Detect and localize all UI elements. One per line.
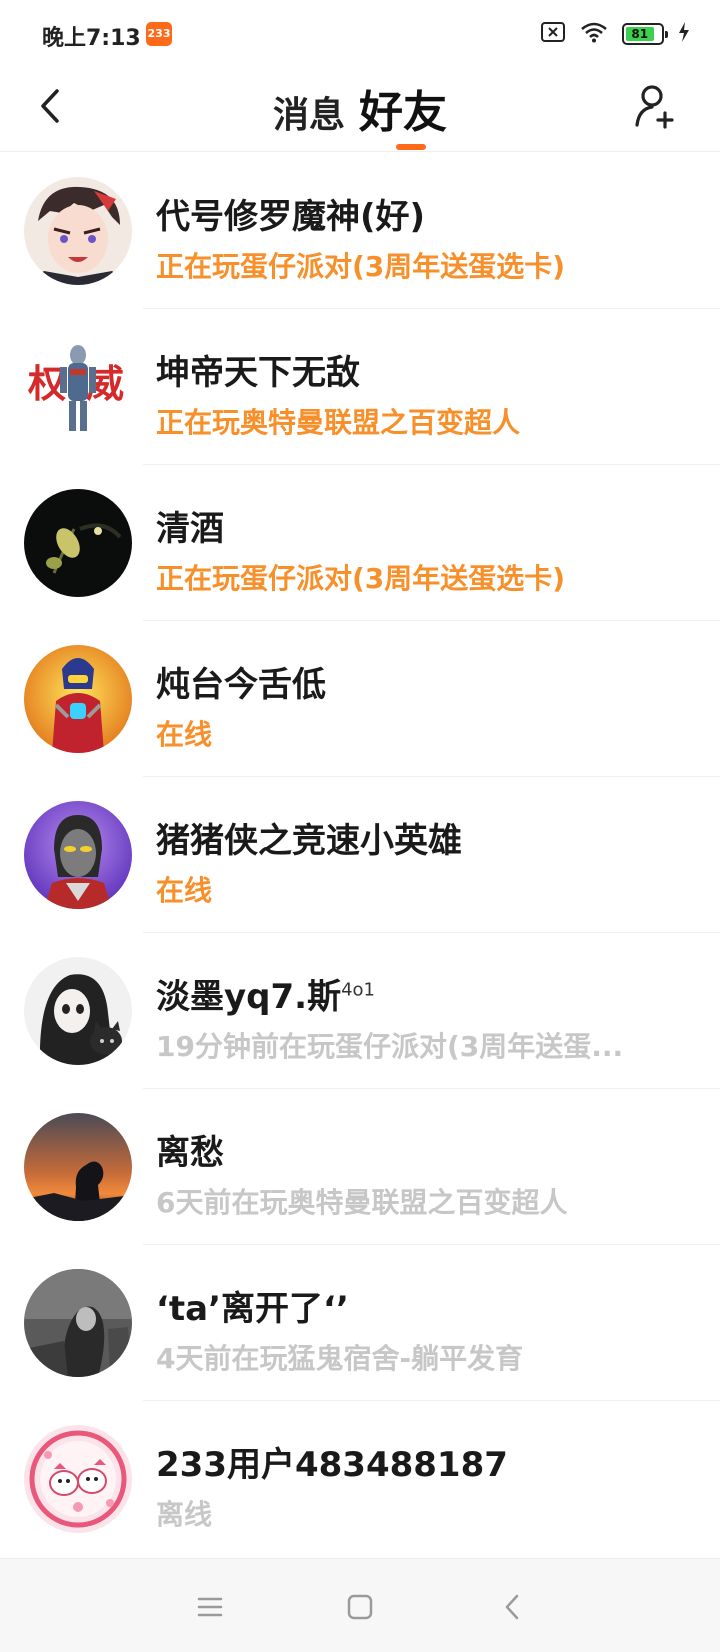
friend-status: 离线: [156, 1498, 213, 1531]
friend-row[interactable]: 炖台今舌低 在线: [0, 621, 720, 777]
friend-status: 在线: [156, 874, 213, 907]
avatar[interactable]: [24, 177, 132, 285]
friend-row[interactable]: 淡墨yq7.斯4o1 19分钟前在玩蛋仔派对(3周年送蛋...: [0, 933, 720, 1089]
tab-friends[interactable]: 好友: [359, 76, 447, 140]
friend-name: 坤帝天下无敌: [156, 353, 360, 393]
friend-row[interactable]: 清酒 正在玩蛋仔派对(3周年送蛋选卡): [0, 465, 720, 621]
status-time: 晚上7:13: [42, 26, 141, 51]
avatar[interactable]: [24, 801, 132, 909]
status-icons: 81: [540, 20, 690, 48]
friend-status: 6天前在玩奥特曼联盟之百变超人: [156, 1186, 568, 1219]
tab-bar: 消息 好友: [0, 76, 720, 140]
active-tab-indicator: [396, 144, 426, 150]
recents-button[interactable]: [188, 1585, 232, 1629]
sim-off-icon: [540, 21, 566, 47]
avatar[interactable]: [24, 1425, 132, 1533]
tab-messages[interactable]: 消息: [273, 86, 345, 138]
friend-status: 正在玩蛋仔派对(3周年送蛋选卡): [156, 250, 566, 283]
avatar[interactable]: [24, 1269, 132, 1377]
friend-row[interactable]: 猪猪侠之竞速小英雄 在线: [0, 777, 720, 933]
friend-row[interactable]: 代号修罗魔神(好) 正在玩蛋仔派对(3周年送蛋选卡): [0, 153, 720, 309]
avatar[interactable]: [24, 489, 132, 597]
status-bar: 晚上7:13 233 81: [0, 0, 720, 66]
friend-status: 在线: [156, 718, 213, 751]
friend-status: 19分钟前在玩蛋仔派对(3周年送蛋...: [156, 1030, 624, 1063]
friend-status: 正在玩奥特曼联盟之百变超人: [156, 406, 521, 439]
friend-name: 猪猪侠之竞速小英雄: [156, 821, 462, 861]
friend-row[interactable]: ‘ta’离开了‘’ 4天前在玩猛鬼宿舍-躺平发育: [0, 1245, 720, 1401]
system-back-button[interactable]: [490, 1585, 534, 1629]
friend-name: ‘ta’离开了‘’: [156, 1289, 349, 1329]
battery-level: 81: [626, 27, 654, 41]
friend-name: 离愁: [156, 1133, 224, 1173]
app-notification-icon: 233: [146, 22, 172, 46]
friend-name: 233用户483488187: [156, 1445, 508, 1485]
avatar[interactable]: [24, 645, 132, 753]
friend-row[interactable]: 233用户483488187 离线: [0, 1401, 720, 1557]
header: 消息 好友: [0, 66, 720, 152]
add-user-icon: [635, 85, 674, 129]
wifi-icon: [580, 21, 608, 47]
friend-list: 代号修罗魔神(好) 正在玩蛋仔派对(3周年送蛋选卡) 权威 坤帝天下无敌 正在玩…: [0, 153, 720, 1557]
battery-icon: 81: [622, 23, 668, 45]
friend-name: 淡墨yq7.斯4o1: [156, 977, 375, 1017]
chevron-left-icon: [505, 1594, 519, 1620]
charging-icon: [678, 22, 690, 46]
friend-name: 清酒: [156, 509, 224, 549]
menu-icon: [197, 1597, 223, 1617]
home-button[interactable]: [338, 1585, 382, 1629]
friend-status: 4天前在玩猛鬼宿舍-躺平发育: [156, 1342, 524, 1375]
friend-row[interactable]: 离愁 6天前在玩奥特曼联盟之百变超人: [0, 1089, 720, 1245]
add-friend-button[interactable]: [630, 78, 682, 134]
friend-name: 代号修罗魔神(好): [156, 197, 426, 237]
avatar[interactable]: [24, 957, 132, 1065]
avatar[interactable]: [24, 1113, 132, 1221]
system-nav-bar: [0, 1558, 720, 1652]
friend-row[interactable]: 权威 坤帝天下无敌 正在玩奥特曼联盟之百变超人: [0, 309, 720, 465]
friend-status: 正在玩蛋仔派对(3周年送蛋选卡): [156, 562, 566, 595]
square-icon: [347, 1594, 373, 1620]
friend-name: 炖台今舌低: [156, 665, 326, 705]
avatar[interactable]: 权威: [24, 333, 132, 441]
